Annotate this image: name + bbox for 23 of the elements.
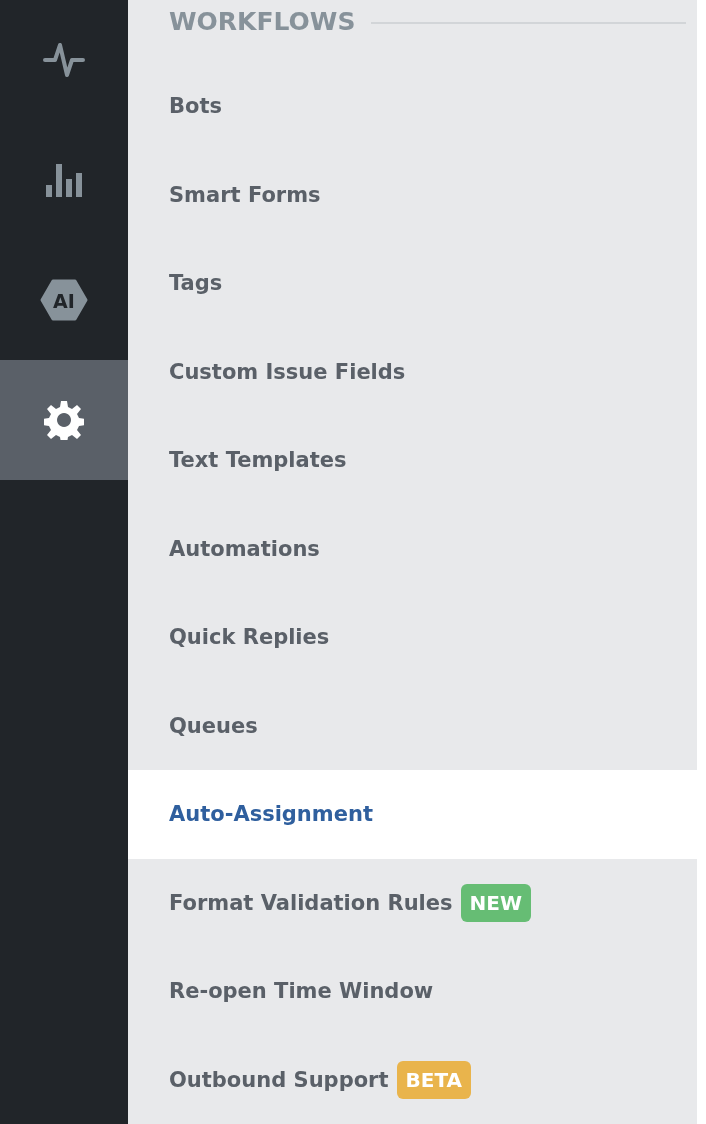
menu-item-label: Outbound Support (169, 1067, 389, 1092)
menu-item[interactable]: Outbound Support BETA (128, 1035, 697, 1124)
menu-item[interactable]: Quick Replies (128, 593, 697, 682)
menu-item[interactable]: Re-open Time Window (128, 947, 697, 1036)
menu-item-label: Format Validation Rules (169, 890, 453, 915)
status-badge: BETA (396, 1060, 471, 1099)
menu-item[interactable]: Tags (128, 239, 697, 328)
menu-item[interactable]: Smart Forms (128, 150, 697, 239)
menu-item[interactable]: Automations (128, 504, 697, 593)
section-title: WORKFLOWS (169, 6, 356, 38)
ai-network-icon: AI (39, 277, 89, 323)
nav-button[interactable] (0, 360, 128, 480)
settings-icon (44, 400, 84, 440)
nav-button[interactable]: AI (0, 240, 128, 360)
menu-item[interactable]: Custom Issue Fields (128, 327, 697, 416)
menu-item[interactable]: Text Templates (128, 416, 697, 505)
bar-chart-icon (45, 163, 83, 197)
menu-item[interactable]: Queues (128, 681, 697, 770)
menu-item[interactable]: Bots (128, 62, 697, 151)
menu-item[interactable]: Auto-Assignment (128, 770, 697, 859)
pulse-icon (43, 41, 85, 79)
menu-item[interactable]: Format Validation Rules NEW (128, 858, 697, 947)
status-badge: NEW (460, 883, 531, 922)
